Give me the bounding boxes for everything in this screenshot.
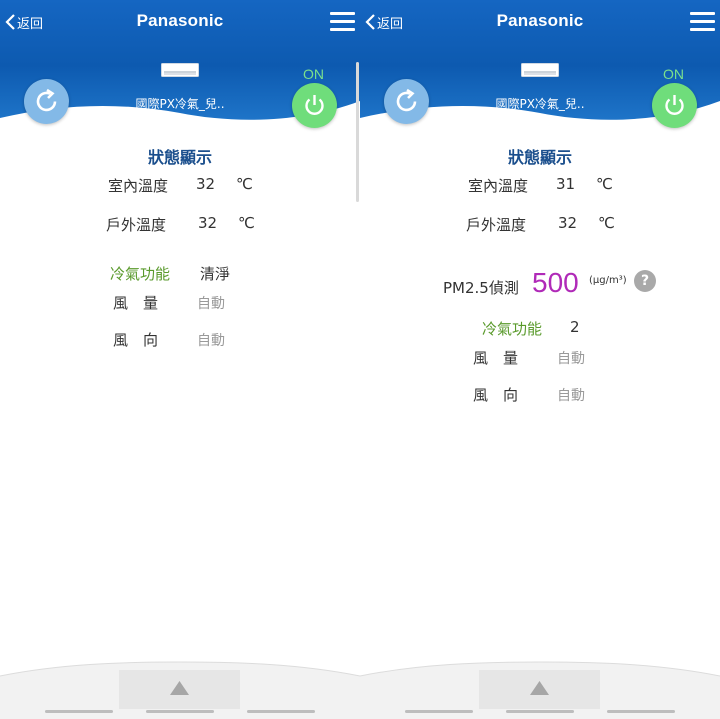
indoor-temp-label: 室內溫度 (108, 177, 169, 195)
fan-direction-label: 風 向 (473, 386, 519, 404)
mode-value: 2 (570, 318, 580, 336)
outdoor-temp-label: 戶外溫度 (106, 216, 167, 234)
triangle-up-icon (170, 681, 189, 695)
hamburger-menu-icon[interactable] (690, 12, 715, 32)
fan-speed-value: 自動 (197, 296, 225, 312)
refresh-button[interactable] (24, 79, 69, 124)
outdoor-temp-label: 戶外溫度 (466, 216, 527, 234)
app-header: 返回 Panasonic 國際PX冷氣_兒.. ON (0, 0, 360, 128)
brand-logo: Panasonic (136, 11, 224, 30)
fan-direction-value: 自動 (197, 333, 225, 349)
app-header: 返回 Panasonic 國際PX冷氣_兒.. ON (360, 0, 720, 128)
indoor-temp-value: 31 (556, 175, 576, 193)
indoor-temperature-row: 室內溫度 31 ℃ (360, 175, 720, 195)
status-title: 狀態顯示 (507, 148, 572, 167)
fan-speed-row: 風 量 自動 (0, 292, 360, 312)
fan-speed-label: 風 量 (113, 294, 159, 312)
power-status: ON (663, 66, 684, 82)
status-title: 狀態顯示 (147, 148, 212, 167)
indoor-temp-unit: ℃ (236, 175, 253, 193)
outdoor-temp-value: 32 (198, 214, 218, 232)
mode-row: 冷氣功能 清淨 (0, 263, 360, 283)
system-bar-segment (405, 710, 473, 713)
expand-drawer-button[interactable] (119, 670, 240, 709)
fan-direction-label: 風 向 (113, 331, 159, 349)
air-conditioner-icon (521, 63, 559, 77)
hamburger-menu-icon[interactable] (330, 12, 355, 32)
triangle-up-icon (530, 681, 549, 695)
pm25-value: 500 (532, 267, 579, 298)
fan-speed-label: 風 量 (473, 349, 519, 367)
brand-logo: Panasonic (496, 11, 584, 30)
power-button[interactable] (292, 83, 337, 128)
system-bar-segment (247, 710, 315, 713)
outdoor-temp-unit: ℃ (238, 214, 255, 232)
outdoor-temperature-row: 戶外溫度 32 ℃ (360, 214, 720, 234)
mode-label: 冷氣功能 (110, 265, 171, 283)
fan-speed-value: 自動 (557, 351, 585, 367)
indoor-temp-value: 32 (196, 175, 216, 193)
fan-speed-row: 風 量 自動 (360, 347, 720, 367)
question-icon[interactable]: ? (634, 270, 656, 292)
mode-row: 冷氣功能 2 (360, 318, 720, 338)
mode-label: 冷氣功能 (482, 320, 543, 338)
outdoor-temperature-row: 戶外溫度 32 ℃ (0, 214, 360, 234)
system-bar-segment (506, 710, 574, 713)
screen-right: 返回 Panasonic 國際PX冷氣_兒.. ON 狀態顯示 室內溫度 31 … (360, 0, 720, 719)
screen-left: 返回 Panasonic 國際PX冷氣_兒.. ON 狀態顯示 室內溫度 32 … (0, 0, 360, 719)
indoor-temp-unit: ℃ (596, 175, 613, 193)
refresh-icon (396, 88, 417, 112)
power-icon (305, 95, 324, 115)
indoor-temp-label: 室內溫度 (468, 177, 529, 195)
refresh-button[interactable] (384, 79, 429, 124)
power-status: ON (303, 66, 324, 82)
system-bar-segment (607, 710, 675, 713)
pm25-label: PM2.5偵測 (443, 279, 519, 297)
mode-value: 清淨 (200, 265, 231, 283)
refresh-icon (36, 88, 57, 112)
outdoor-temp-value: 32 (558, 214, 578, 232)
system-bar-segment (45, 710, 113, 713)
expand-drawer-button[interactable] (479, 670, 600, 709)
fan-direction-row: 風 向 自動 (360, 384, 720, 404)
air-conditioner-icon (161, 63, 199, 77)
indoor-temperature-row: 室內溫度 32 ℃ (0, 175, 360, 195)
fan-direction-row: 風 向 自動 (0, 329, 360, 349)
system-bar-segment (146, 710, 214, 713)
power-button[interactable] (652, 83, 697, 128)
pm25-unit: (μg/m³) (589, 275, 627, 286)
outdoor-temp-unit: ℃ (598, 214, 615, 232)
fan-direction-value: 自動 (557, 388, 585, 404)
power-icon (665, 95, 684, 115)
